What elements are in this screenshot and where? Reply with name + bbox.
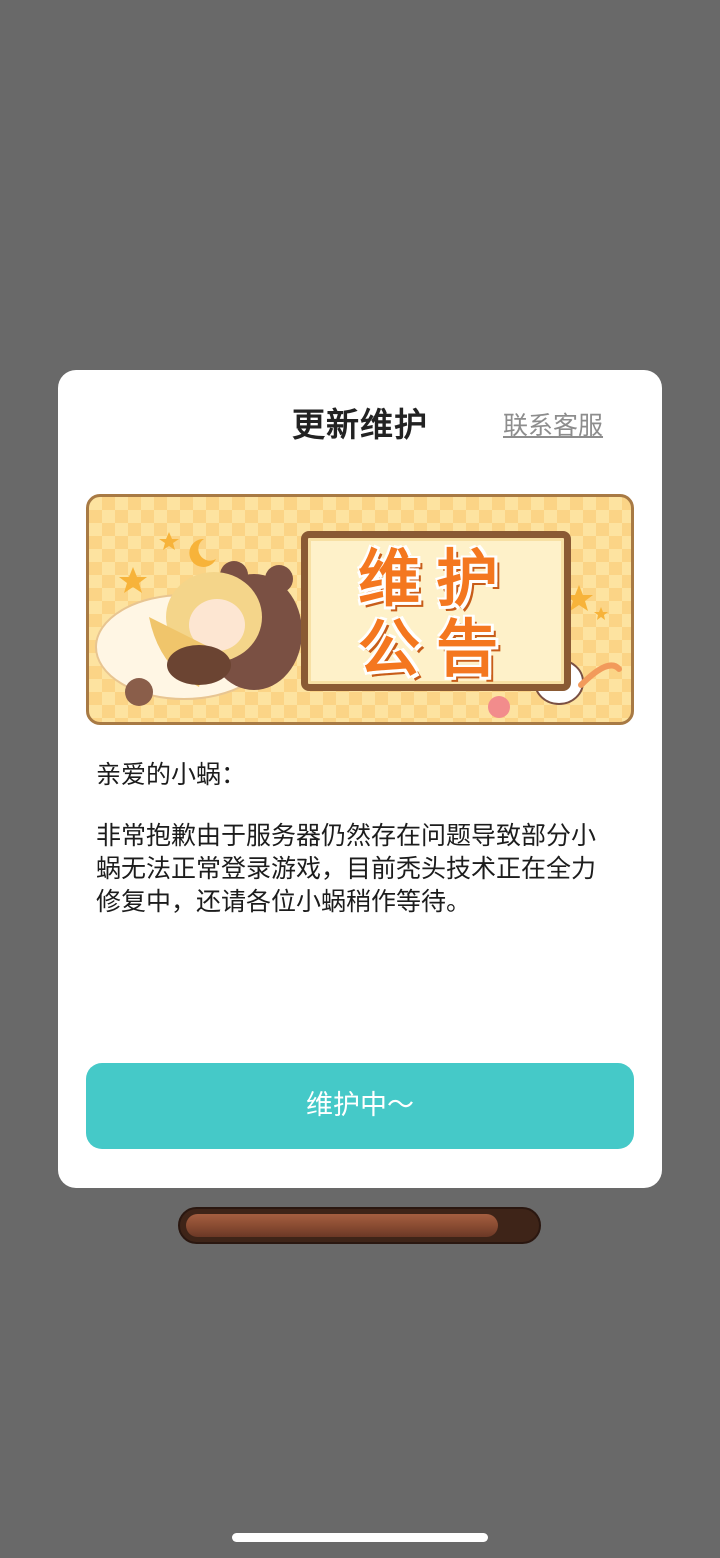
- dialog-title: 更新维护: [292, 405, 428, 444]
- yarn-ball-shape: [488, 696, 510, 718]
- small-teddy-shape: [125, 678, 153, 706]
- maintenance-message: 非常抱歉由于服务器仍然存在问题导致部分小蜗无法正常登录游戏，目前秃头技术正在全力…: [96, 821, 597, 916]
- loading-progress-bar: [178, 1207, 541, 1244]
- banner-title-line2: 公告: [357, 612, 514, 685]
- maintenance-banner-image: 维护 公告: [86, 494, 634, 725]
- contact-support-link[interactable]: 联系客服: [503, 406, 603, 442]
- greeting-text: 亲爱的小蜗：: [96, 760, 247, 789]
- star-icon: [119, 567, 147, 593]
- screen: 更新维护 联系客服 维护 公告 亲爱的小蜗： 非常抱歉由于服务器仍然存在问题导致…: [0, 0, 720, 1558]
- loading-progress-fill: [186, 1214, 498, 1237]
- maintenance-status-button[interactable]: 维护中～: [86, 1063, 634, 1149]
- home-indicator[interactable]: [232, 1533, 488, 1542]
- notice-board: 维护 公告: [301, 531, 571, 691]
- moon-icon: [189, 538, 216, 567]
- banner-title-line1: 维护: [357, 542, 514, 615]
